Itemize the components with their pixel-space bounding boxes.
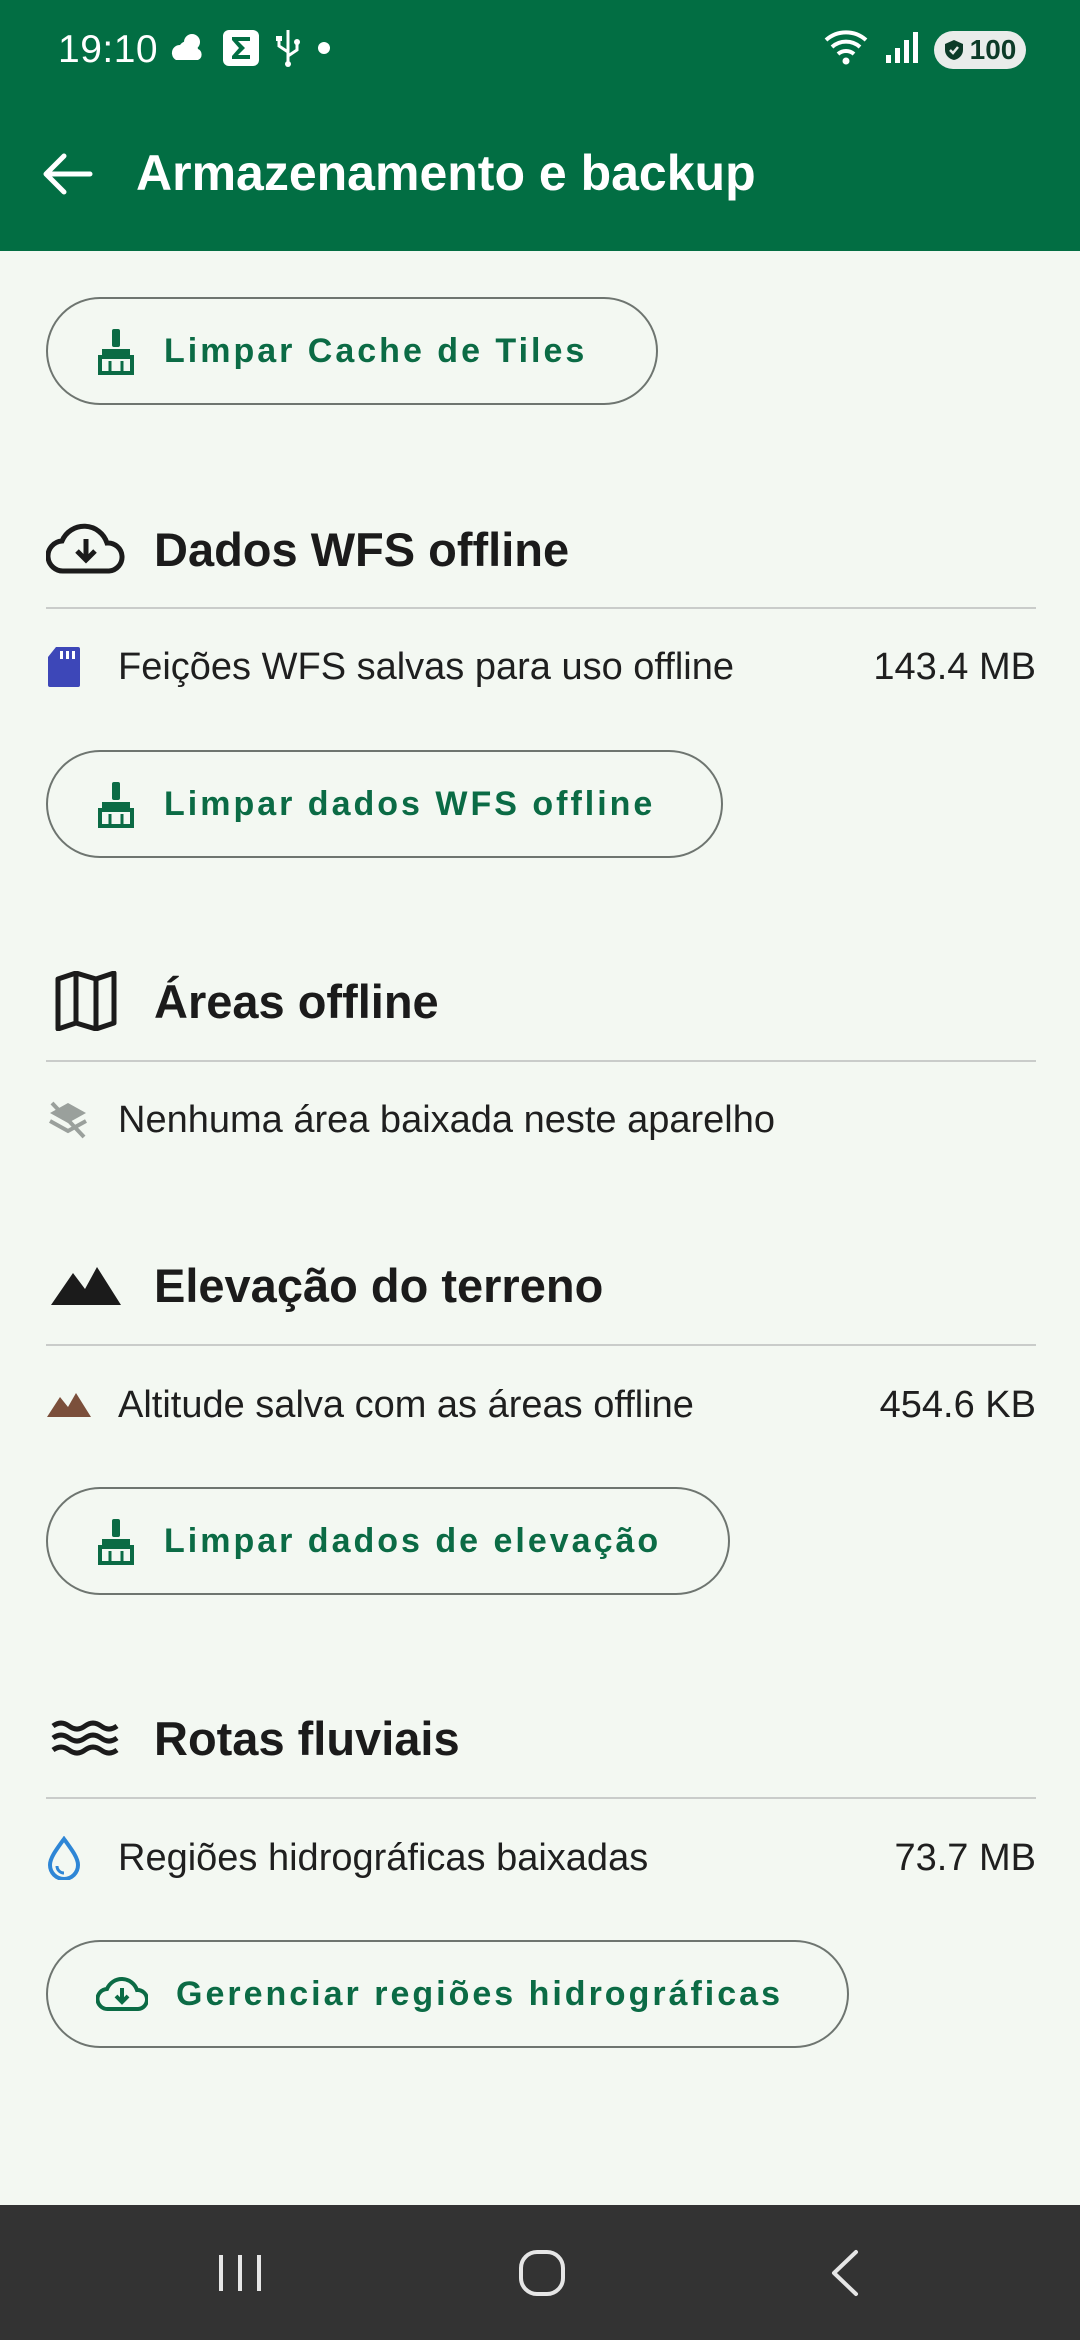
home-button[interactable]	[492, 2243, 592, 2303]
broom-icon	[98, 329, 134, 375]
manage-hydro-regions-button[interactable]: Gerenciar regiões hidrográficas	[46, 1940, 849, 2048]
page-title: Armazenamento e backup	[136, 145, 756, 201]
section-elevation-header: Elevação do terreno	[46, 1245, 603, 1325]
broom-icon	[98, 1519, 134, 1565]
wfs-storage-size: 143.4 MB	[873, 645, 1036, 688]
section-elevation-divider	[46, 1344, 1036, 1346]
rivers-storage-row: Regiões hidrográficas baixadas 73.7 MB	[46, 1828, 1036, 1888]
battery-indicator: 100	[934, 30, 1026, 69]
section-rivers-title: Rotas fluviais	[154, 1711, 460, 1765]
broom-icon	[98, 782, 134, 828]
sigma-app-icon	[222, 29, 260, 72]
clear-elevation-data-button[interactable]: Limpar dados de elevação	[46, 1487, 730, 1595]
arrow-left-icon	[43, 153, 93, 195]
section-wfs-divider	[46, 607, 1036, 609]
section-wfs-header: Dados WFS offline	[46, 509, 569, 589]
section-elevation-title: Elevação do terreno	[154, 1258, 604, 1312]
status-time: 19:10	[58, 28, 159, 71]
back-button[interactable]	[38, 144, 98, 204]
mountain-icon	[51, 1267, 121, 1305]
sd-card-icon	[48, 647, 80, 687]
section-areas-header: Áreas offline	[46, 961, 439, 1041]
back-icon	[832, 2250, 858, 2296]
section-wfs-title: Dados WFS offline	[154, 522, 570, 576]
recent-apps-icon	[219, 2255, 261, 2291]
status-icons-right: 100	[822, 28, 1026, 71]
clear-tiles-cache-button[interactable]: Limpar Cache de Tiles	[46, 297, 658, 405]
battery-level: 100	[969, 33, 1017, 65]
wfs-storage-label: Feições WFS salvas para uso offline	[118, 645, 735, 688]
nav-back-button[interactable]	[794, 2243, 894, 2303]
wifi-icon	[822, 28, 870, 71]
clear-elevation-data-label: Limpar dados de elevação	[164, 1521, 662, 1560]
wfs-storage-row: Feições WFS salvas para uso offline 143.…	[46, 637, 1036, 697]
weather-icon	[168, 30, 208, 71]
waves-icon	[51, 1720, 119, 1756]
app-bar: 19:10 100 Armazenamento e backup	[0, 0, 1080, 251]
section-rivers-divider	[46, 1797, 1036, 1799]
map-icon	[55, 971, 117, 1031]
usb-icon	[274, 28, 302, 73]
clear-tiles-cache-label: Limpar Cache de Tiles	[164, 331, 588, 370]
shield-icon	[944, 39, 963, 60]
status-icons-left	[168, 28, 332, 73]
elevation-storage-row: Altitude salva com as áreas offline 454.…	[46, 1375, 1036, 1435]
dot-icon	[316, 40, 332, 61]
clear-wfs-data-button[interactable]: Limpar dados WFS offline	[46, 750, 723, 858]
areas-empty-row: Nenhuma área baixada neste aparelho	[46, 1090, 1036, 1150]
layers-off-icon	[49, 1101, 87, 1139]
section-areas-title: Áreas offline	[154, 974, 439, 1028]
section-rivers-header: Rotas fluviais	[46, 1698, 460, 1778]
water-drop-icon	[47, 1836, 81, 1880]
system-nav-bar	[0, 2205, 1080, 2340]
cloud-download-icon	[46, 523, 125, 574]
home-icon	[519, 2250, 565, 2296]
manage-hydro-regions-label: Gerenciar regiões hidrográficas	[176, 1974, 783, 2013]
cloud-download-icon	[96, 1977, 148, 2011]
signal-icon	[884, 29, 920, 70]
elevation-storage-size: 454.6 KB	[879, 1383, 1036, 1426]
rivers-storage-label: Regiões hidrográficas baixadas	[118, 1836, 649, 1879]
terrain-icon	[47, 1393, 91, 1417]
areas-empty-label: Nenhuma área baixada neste aparelho	[118, 1098, 776, 1141]
elevation-storage-label: Altitude salva com as áreas offline	[118, 1383, 694, 1426]
recent-apps-button[interactable]	[190, 2243, 290, 2303]
clear-wfs-data-label: Limpar dados WFS offline	[164, 784, 656, 823]
section-areas-divider	[46, 1060, 1036, 1062]
rivers-storage-size: 73.7 MB	[894, 1836, 1036, 1879]
